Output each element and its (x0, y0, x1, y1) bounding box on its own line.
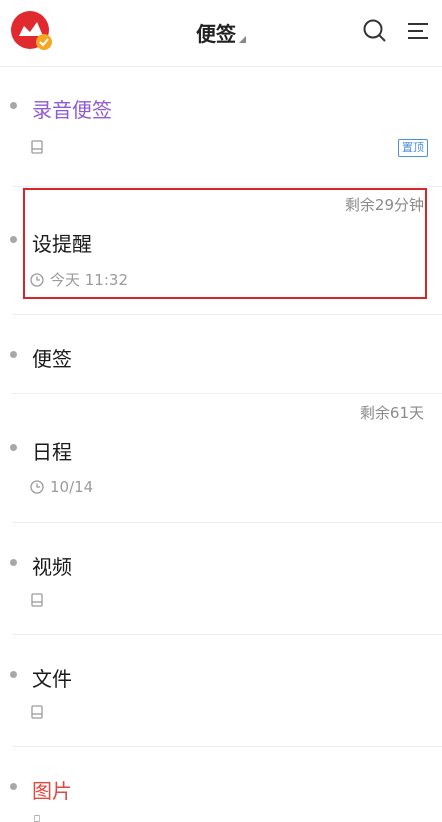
note-item-video[interactable]: 视频 (0, 523, 442, 634)
bullet-dot (10, 783, 17, 790)
note-item-file[interactable]: 文件 (0, 635, 442, 746)
clock-icon (30, 480, 44, 494)
note-item-memo[interactable]: 便签 (0, 315, 442, 393)
menu-icon[interactable] (405, 18, 431, 44)
note-title: 便签 (32, 347, 72, 371)
schedule-date: 10/14 (50, 478, 94, 496)
note-title: 日程 (32, 440, 72, 464)
note-title: 文件 (32, 667, 72, 691)
bullet-dot (10, 671, 17, 678)
schedule-meta: 10/14 (30, 478, 93, 496)
note-item-schedule[interactable]: 剩余61天 日程 10/14 (0, 394, 442, 522)
note-item-image[interactable]: 图片 (0, 747, 442, 822)
bullet-dot (10, 236, 17, 243)
bullet-dot (10, 559, 17, 566)
bullet-dot (10, 351, 17, 358)
note-title: 图片 (32, 779, 72, 803)
selection-highlight (23, 188, 427, 299)
note-title: 视频 (32, 555, 72, 579)
note-item-recording[interactable]: 录音便签 置顶 (0, 66, 442, 186)
note-type-icon (31, 705, 43, 719)
app-header: 便签 (0, 0, 442, 67)
note-type-icon (31, 593, 43, 607)
note-title: 录音便签 (32, 98, 112, 122)
bullet-dot (10, 444, 17, 451)
pinned-badge: 置顶 (398, 139, 428, 157)
note-type-icon (34, 815, 40, 822)
page-title: 便签 (196, 22, 236, 46)
note-type-icon (31, 140, 43, 154)
search-icon[interactable] (362, 18, 388, 44)
remaining-time: 剩余61天 (359, 404, 424, 422)
bullet-dot (10, 102, 17, 109)
dropdown-caret-icon (239, 36, 246, 43)
